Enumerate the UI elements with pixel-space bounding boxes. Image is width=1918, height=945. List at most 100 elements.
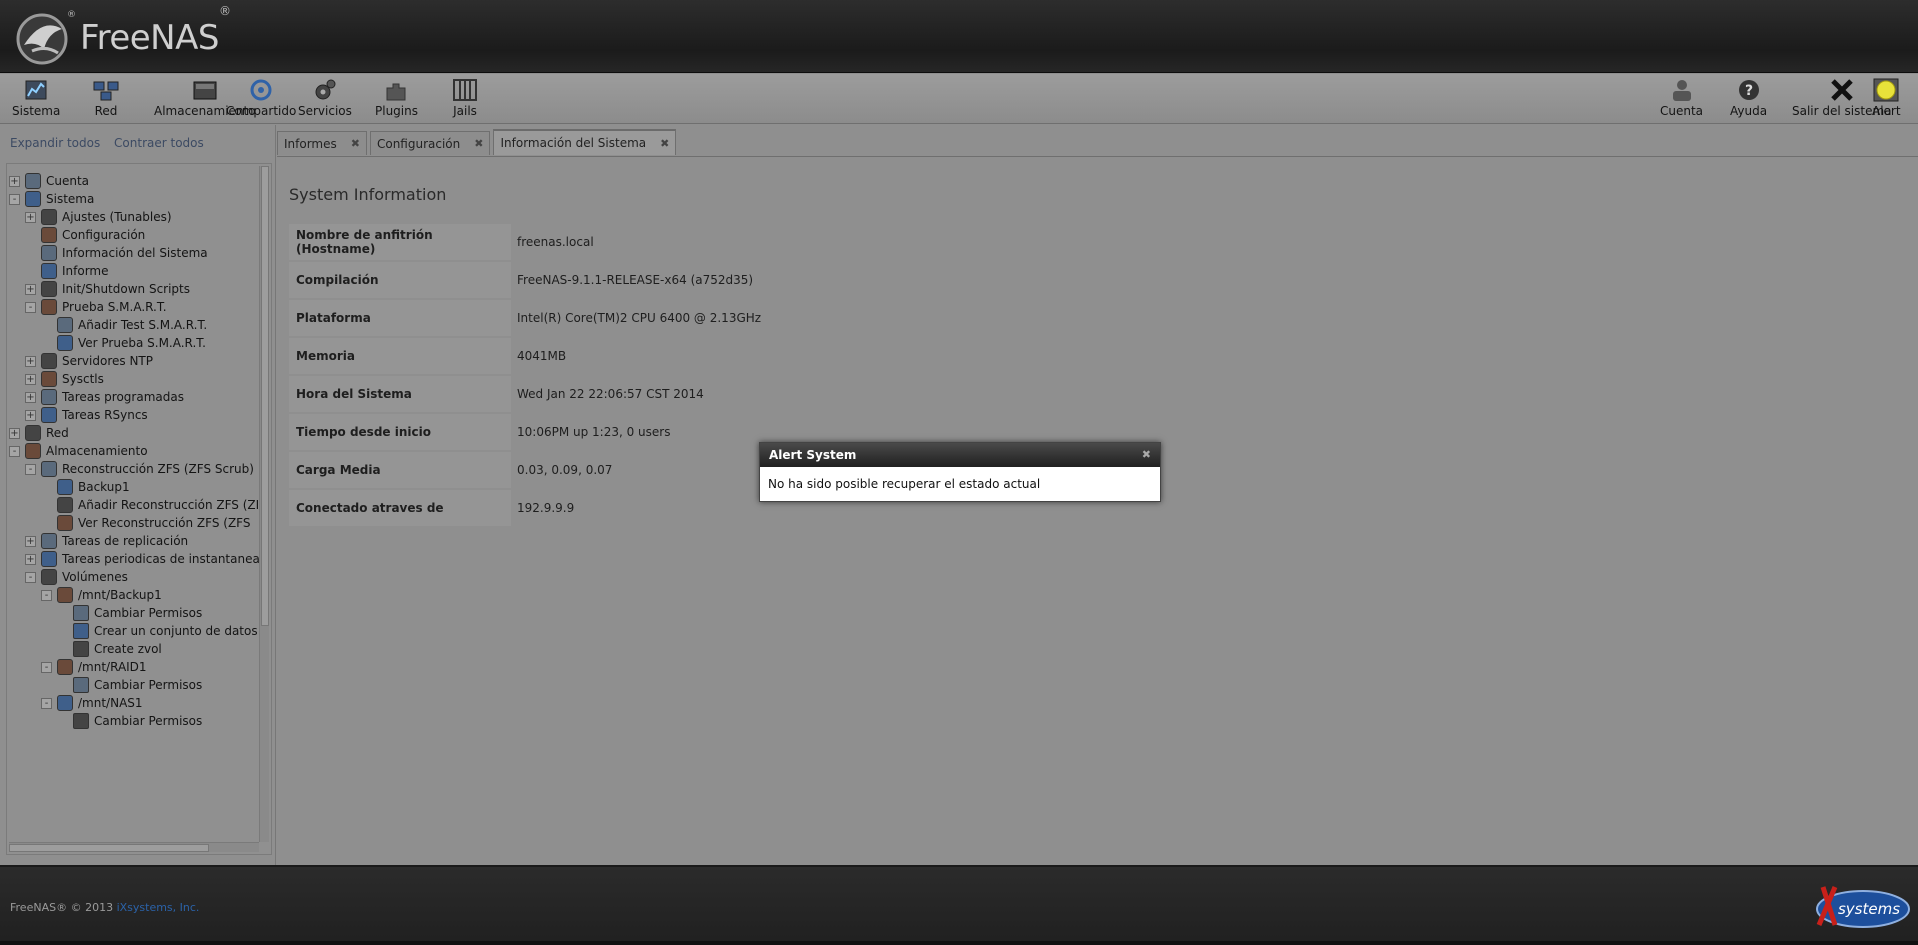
- tree-node-icon: [25, 191, 41, 207]
- collapse-toggle-icon[interactable]: -: [41, 661, 52, 673]
- tree-node-icon: [57, 317, 73, 333]
- tab-informacion-del-sistema[interactable]: Información del Sistema ✖: [493, 129, 677, 155]
- tree-item-label: Añadir Test S.M.A.R.T.: [78, 318, 208, 332]
- tree-item-label: /mnt/RAID1: [78, 660, 147, 674]
- tree-node-icon: [57, 587, 73, 603]
- toolbar-servicios-button[interactable]: Servicios: [298, 78, 352, 118]
- tree-item-label: Backup1: [78, 480, 130, 494]
- tree-node-icon: [41, 263, 57, 279]
- collapse-toggle-icon[interactable]: -: [25, 463, 36, 475]
- tab-configuracion[interactable]: Configuración ✖: [369, 131, 491, 155]
- tab-close-icon[interactable]: ✖: [474, 137, 483, 150]
- tree-item-label: Almacenamiento: [46, 444, 148, 458]
- toolbar-red-button[interactable]: Red: [93, 78, 119, 118]
- horizontal-scroll-thumb[interactable]: [9, 844, 209, 852]
- info-value: 192.9.9.9: [517, 501, 575, 515]
- tree-item-label: Volúmenes: [62, 570, 128, 584]
- alert-dialog-title[interactable]: Alert System ✖: [760, 443, 1160, 467]
- tree-item-label: Cuenta: [46, 174, 90, 188]
- toolbar-sistema-button[interactable]: Sistema: [12, 78, 60, 118]
- tree-node-icon: [25, 443, 41, 459]
- tree-item-label: Sysctls: [62, 372, 104, 386]
- tree-item-label: Cambiar Permisos: [94, 606, 203, 620]
- tree-item-label: Información del Sistema: [62, 246, 208, 260]
- collapse-toggle-icon[interactable]: -: [25, 571, 36, 583]
- tree-node-icon: [41, 209, 57, 225]
- expand-toggle-icon[interactable]: +: [25, 211, 36, 223]
- tree-node-icon: [41, 281, 57, 297]
- collapse-toggle-icon[interactable]: -: [41, 589, 52, 601]
- collapse-all-link[interactable]: Contraer todos: [114, 136, 204, 150]
- expand-all-link[interactable]: Expandir todos: [10, 136, 100, 150]
- toolbar-alert-button[interactable]: Alert: [1872, 78, 1901, 118]
- expand-toggle-icon[interactable]: +: [9, 427, 20, 439]
- ixsystems-link[interactable]: iXsystems, Inc.: [117, 901, 200, 914]
- table-row: Tiempo desde inicio 10:06PM up 1:23, 0 us…: [289, 414, 762, 450]
- tree-item-label: Tareas periodicas de instantaneas: [62, 552, 267, 566]
- tree-horizontal-scrollbar[interactable]: [9, 842, 259, 852]
- tree-item-label: Informe: [62, 264, 109, 278]
- tree-node-icon: [41, 533, 57, 549]
- toolbar-plugins-button[interactable]: Plugins: [375, 78, 418, 118]
- network-icon: [93, 81, 119, 101]
- table-row: Conectado atraves de 192.9.9.9: [289, 490, 762, 526]
- freenas-shark-icon: [16, 13, 68, 65]
- tree-node-icon: [41, 371, 57, 387]
- expand-toggle-icon[interactable]: +: [25, 553, 36, 565]
- tree-node-icon: [41, 389, 57, 405]
- tab-bar: Informes ✖ Configuración ✖ Información del…: [277, 129, 679, 157]
- expand-toggle-icon[interactable]: +: [25, 283, 36, 295]
- tree-node-icon: [41, 569, 57, 585]
- info-key: Tiempo desde inicio: [289, 414, 511, 450]
- expand-toggle-icon[interactable]: +: [25, 355, 36, 367]
- navigation-tree: + Cuenta - Sistema + Ajustes (Tunables) Config…: [6, 163, 272, 855]
- plugins-icon: [386, 83, 406, 101]
- tree-node-icon: [25, 425, 41, 441]
- tree-node-icon: [57, 659, 73, 675]
- tree-item-label: Cambiar Permisos: [94, 714, 203, 728]
- tree-vertical-scrollbar[interactable]: [259, 166, 269, 842]
- info-key: Carga Media: [289, 452, 511, 488]
- close-icon[interactable]: ✖: [1142, 448, 1151, 461]
- alert-dialog: Alert System ✖ No ha sido posible recupe…: [759, 442, 1161, 502]
- info-key: Conectado atraves de: [289, 490, 511, 526]
- tree-node-icon: [73, 605, 89, 621]
- svg-text:?: ?: [1744, 83, 1752, 99]
- tree-node-icon: [73, 641, 89, 657]
- expand-toggle-icon[interactable]: +: [25, 535, 36, 547]
- ixsystems-logo-icon[interactable]: systems: [1805, 877, 1911, 937]
- tab-close-icon[interactable]: ✖: [351, 137, 360, 150]
- toolbar-compartido-button[interactable]: Compartido: [226, 78, 296, 118]
- toolbar-cuenta-button[interactable]: Cuenta: [1660, 78, 1703, 118]
- table-row: Plataforma Intel(R) Core(TM)2 CPU 6400 @ …: [289, 300, 762, 336]
- tree-item-label: Ver Reconstrucción ZFS (ZFS: [78, 516, 251, 530]
- info-key: Plataforma: [289, 300, 511, 336]
- tree-node-icon: [41, 227, 57, 243]
- collapse-toggle-icon[interactable]: -: [9, 193, 20, 205]
- tab-informes[interactable]: Informes ✖: [277, 131, 367, 155]
- collapse-toggle-icon[interactable]: -: [9, 445, 20, 457]
- logo-text: FreeNAS®: [80, 4, 231, 58]
- expand-toggle-icon[interactable]: +: [9, 175, 20, 187]
- freenas-logo[interactable]: ® FreeNAS®: [12, 4, 231, 68]
- toolbar-ayuda-button[interactable]: ? Ayuda: [1730, 78, 1767, 118]
- tree-item-label: Ver Prueba S.M.A.R.T.: [78, 336, 206, 350]
- expand-toggle-icon[interactable]: +: [25, 373, 36, 385]
- tree-item-label: Prueba S.M.A.R.T.: [62, 300, 167, 314]
- expand-toggle-icon[interactable]: +: [25, 391, 36, 403]
- tree-node-icon: [57, 515, 73, 531]
- tree-node-icon: [41, 245, 57, 261]
- svg-text:systems: systems: [1838, 900, 1900, 918]
- tree-item-label: Cambiar Permisos: [94, 678, 203, 692]
- expand-toggle-icon[interactable]: +: [25, 409, 36, 421]
- collapse-toggle-icon[interactable]: -: [25, 301, 36, 313]
- collapse-toggle-icon[interactable]: -: [41, 697, 52, 709]
- tree-item[interactable]: Cambiar Permisos: [57, 710, 202, 732]
- vertical-scroll-thumb[interactable]: [261, 166, 269, 626]
- bottom-strip: [0, 941, 1918, 945]
- page-title: System Information: [289, 185, 447, 204]
- info-value: 0.03, 0.09, 0.07: [517, 463, 613, 477]
- tab-close-icon[interactable]: ✖: [660, 137, 669, 150]
- toolbar-jails-button[interactable]: Jails: [452, 78, 478, 118]
- tab-divider: [277, 156, 1918, 157]
